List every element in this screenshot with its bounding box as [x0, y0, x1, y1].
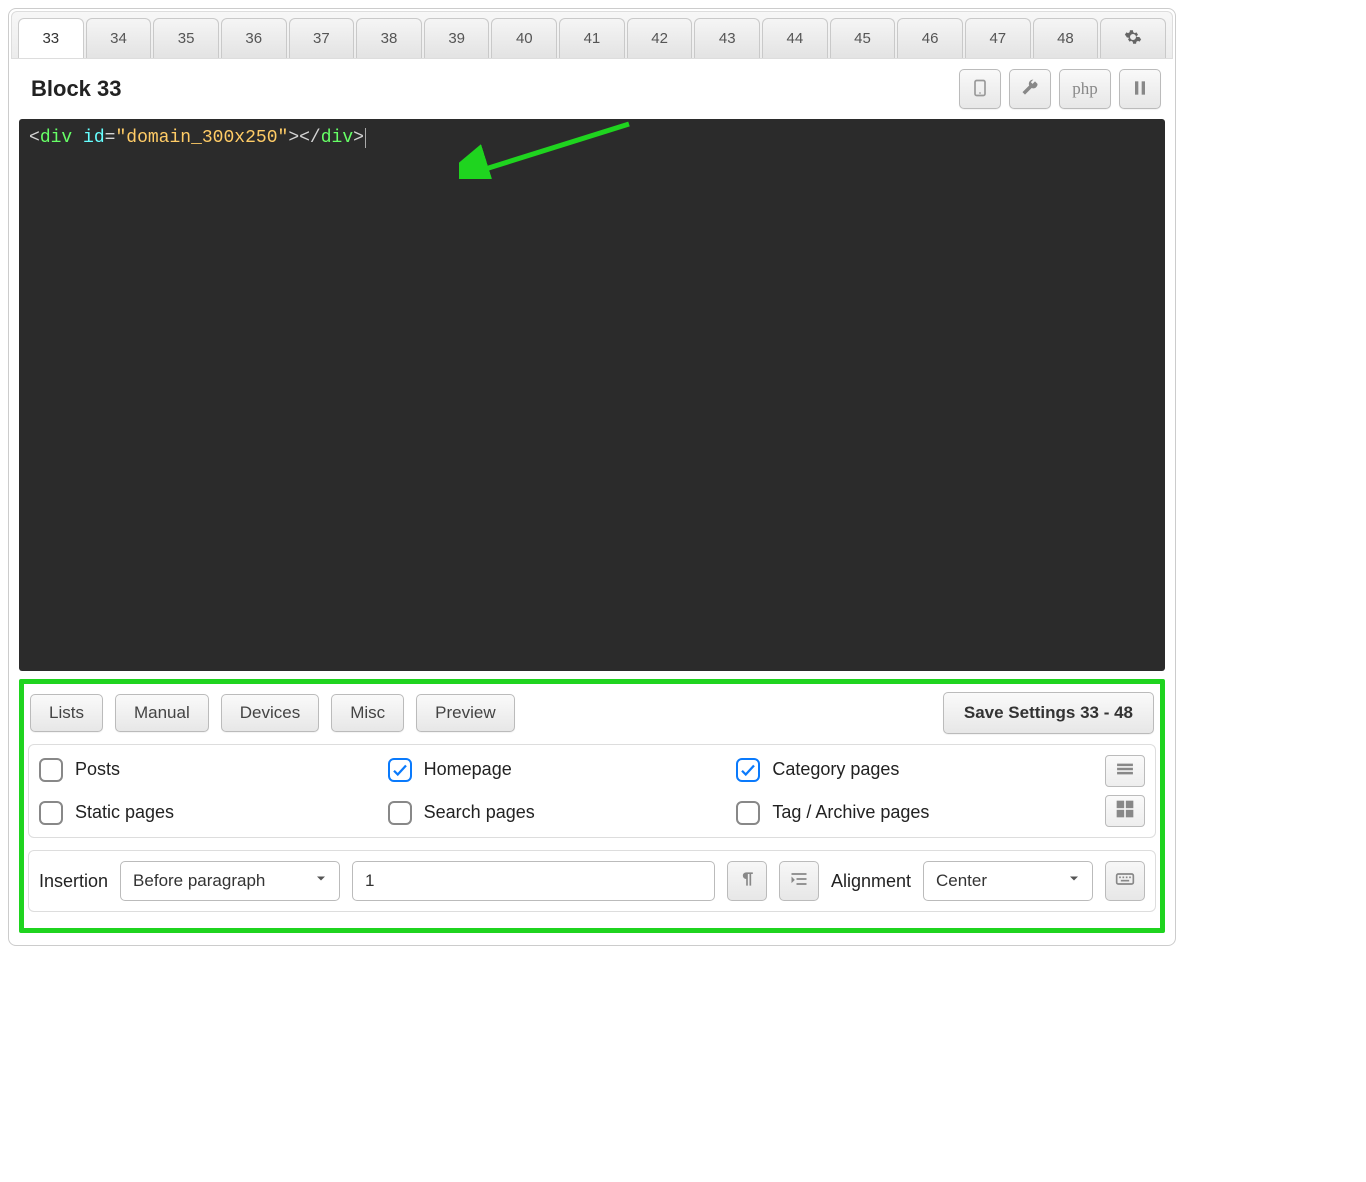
code-token: <: [29, 128, 40, 148]
paragraph-number-value: 1: [365, 871, 374, 891]
chevron-down-icon: [1066, 871, 1082, 892]
tab-40[interactable]: 40: [491, 18, 557, 58]
posts-label: Posts: [75, 759, 120, 780]
tag-archive-checkbox-row: Tag / Archive pages: [736, 801, 1085, 825]
tab-47[interactable]: 47: [965, 18, 1031, 58]
device-preview-button[interactable]: [959, 69, 1001, 109]
alignment-label: Alignment: [831, 871, 911, 892]
static-checkbox-row: Static pages: [39, 801, 388, 825]
code-editor[interactable]: <div id="domain_300x250"></div>: [19, 119, 1165, 671]
gear-icon: [1124, 28, 1142, 50]
code-token: [72, 128, 83, 148]
tab-46[interactable]: 46: [897, 18, 963, 58]
header-tools: php: [959, 69, 1161, 109]
list-view-button[interactable]: [1105, 755, 1145, 787]
code-token: id: [83, 128, 105, 148]
tab-45[interactable]: 45: [830, 18, 896, 58]
keyboard-button[interactable]: [1105, 861, 1145, 901]
code-token: ": [278, 128, 289, 148]
paragraph-button[interactable]: [727, 861, 767, 901]
code-token: </: [299, 128, 321, 148]
search-pages-checkbox[interactable]: [388, 801, 412, 825]
action-button-row: Lists Manual Devices Misc Preview Save S…: [28, 688, 1156, 744]
php-toggle-button[interactable]: php: [1059, 69, 1111, 109]
code-token: =: [105, 128, 116, 148]
alignment-value: Center: [936, 871, 987, 891]
annotation-arrow-icon: [459, 119, 639, 179]
indent-button[interactable]: [779, 861, 819, 901]
misc-button[interactable]: Misc: [331, 694, 404, 732]
text-cursor: [365, 128, 366, 148]
tablet-icon: [970, 78, 990, 101]
save-settings-button[interactable]: Save Settings 33 - 48: [943, 692, 1154, 734]
homepage-checkbox-row: Homepage: [388, 758, 737, 782]
homepage-checkbox[interactable]: [388, 758, 412, 782]
insertion-panel: Insertion Before paragraph 1: [28, 850, 1156, 912]
code-token: ": [115, 128, 126, 148]
paragraph-number-input[interactable]: 1: [352, 861, 715, 901]
code-token: div: [40, 128, 72, 148]
tab-38[interactable]: 38: [356, 18, 422, 58]
tag-archive-checkbox[interactable]: [736, 801, 760, 825]
code-token: domain_300x250: [126, 128, 277, 148]
page-type-side-icons: [1085, 755, 1145, 827]
preview-button[interactable]: Preview: [416, 694, 514, 732]
pause-button[interactable]: [1119, 69, 1161, 109]
tab-35[interactable]: 35: [153, 18, 219, 58]
alignment-select[interactable]: Center: [923, 861, 1093, 901]
header-row: Block 33 php: [11, 59, 1173, 119]
tab-39[interactable]: 39: [424, 18, 490, 58]
grid-icon: [1115, 799, 1135, 824]
keyboard-icon: [1115, 869, 1135, 894]
homepage-label: Homepage: [424, 759, 512, 780]
static-pages-label: Static pages: [75, 802, 174, 823]
tab-41[interactable]: 41: [559, 18, 625, 58]
pilcrow-icon: [737, 869, 757, 894]
pause-icon: [1130, 78, 1150, 101]
wrench-icon: [1020, 78, 1040, 101]
highlight-annotation: Lists Manual Devices Misc Preview Save S…: [19, 679, 1165, 933]
tools-button[interactable]: [1009, 69, 1051, 109]
block-tab-bar: 33343536373839404142434445464748: [11, 11, 1173, 59]
insertion-position-value: Before paragraph: [133, 871, 265, 891]
code-token: div: [321, 128, 353, 148]
hamburger-icon: [1115, 759, 1135, 784]
code-token: >: [353, 128, 364, 148]
tab-33[interactable]: 33: [18, 18, 84, 58]
tag-archive-label: Tag / Archive pages: [772, 802, 929, 823]
posts-checkbox[interactable]: [39, 758, 63, 782]
category-label: Category pages: [772, 759, 899, 780]
search-checkbox-row: Search pages: [388, 801, 737, 825]
manual-button[interactable]: Manual: [115, 694, 209, 732]
tab-36[interactable]: 36: [221, 18, 287, 58]
php-label: php: [1072, 79, 1098, 99]
chevron-down-icon: [313, 871, 329, 892]
tab-34[interactable]: 34: [86, 18, 152, 58]
tab-43[interactable]: 43: [694, 18, 760, 58]
search-pages-label: Search pages: [424, 802, 535, 823]
tab-settings[interactable]: [1100, 18, 1166, 58]
category-checkbox[interactable]: [736, 758, 760, 782]
grid-view-button[interactable]: [1105, 795, 1145, 827]
block-title: Block 33: [31, 76, 122, 102]
lists-button[interactable]: Lists: [30, 694, 103, 732]
tab-37[interactable]: 37: [289, 18, 355, 58]
code-token: >: [288, 128, 299, 148]
static-pages-checkbox[interactable]: [39, 801, 63, 825]
tab-44[interactable]: 44: [762, 18, 828, 58]
insertion-label: Insertion: [39, 871, 108, 892]
page-types-panel: Posts Homepage Category pages: [28, 744, 1156, 838]
devices-button[interactable]: Devices: [221, 694, 319, 732]
tab-48[interactable]: 48: [1033, 18, 1099, 58]
insertion-position-select[interactable]: Before paragraph: [120, 861, 340, 901]
category-checkbox-row: Category pages: [736, 758, 1085, 782]
tab-42[interactable]: 42: [627, 18, 693, 58]
indent-icon: [789, 869, 809, 894]
posts-checkbox-row: Posts: [39, 758, 388, 782]
